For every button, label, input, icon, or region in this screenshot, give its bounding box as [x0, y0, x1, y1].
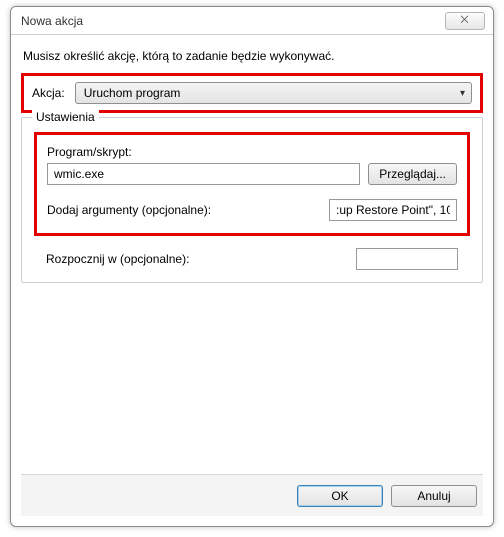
dialog-window: Nowa akcja ⨉ Musisz określić akcję, któr… — [10, 6, 494, 527]
close-icon: ⨉ — [461, 15, 470, 26]
ok-button[interactable]: OK — [297, 485, 383, 507]
settings-group: Ustawienia Program/skrypt: Przeglądaj...… — [21, 117, 483, 283]
action-label: Akcja: — [32, 86, 65, 100]
cancel-button[interactable]: Anuluj — [391, 485, 477, 507]
startin-input[interactable] — [356, 248, 458, 270]
startin-row: Rozpocznij w (opcjonalne): — [46, 248, 458, 270]
action-highlight: Akcja: Uruchom program ▾ — [21, 73, 483, 113]
action-combobox[interactable]: Uruchom program ▾ — [75, 82, 472, 104]
client-area: Musisz określić akcję, którą to zadanie … — [21, 45, 483, 516]
titlebar: Nowa akcja ⨉ — [11, 7, 493, 35]
window-title: Nowa akcja — [21, 14, 83, 28]
program-row: Przeglądaj... — [47, 163, 457, 185]
action-row: Akcja: Uruchom program ▾ — [32, 82, 472, 104]
arguments-input[interactable] — [329, 199, 457, 221]
arguments-label: Dodaj argumenty (opcjonalne): — [47, 203, 211, 217]
program-label: Program/skrypt: — [47, 145, 457, 159]
arguments-row: Dodaj argumenty (opcjonalne): — [47, 199, 457, 221]
chevron-down-icon: ▾ — [460, 88, 465, 99]
program-input[interactable] — [47, 163, 360, 185]
browse-button[interactable]: Przeglądaj... — [368, 163, 457, 185]
action-selected-value: Uruchom program — [84, 86, 181, 100]
startin-label: Rozpocznij w (opcjonalne): — [46, 252, 189, 266]
instruction-text: Musisz określić akcję, którą to zadanie … — [23, 49, 481, 63]
close-button[interactable]: ⨉ — [445, 12, 485, 30]
button-bar: OK Anuluj — [21, 474, 483, 516]
settings-legend: Ustawienia — [32, 110, 99, 124]
settings-highlight: Program/skrypt: Przeglądaj... Dodaj argu… — [34, 132, 470, 236]
